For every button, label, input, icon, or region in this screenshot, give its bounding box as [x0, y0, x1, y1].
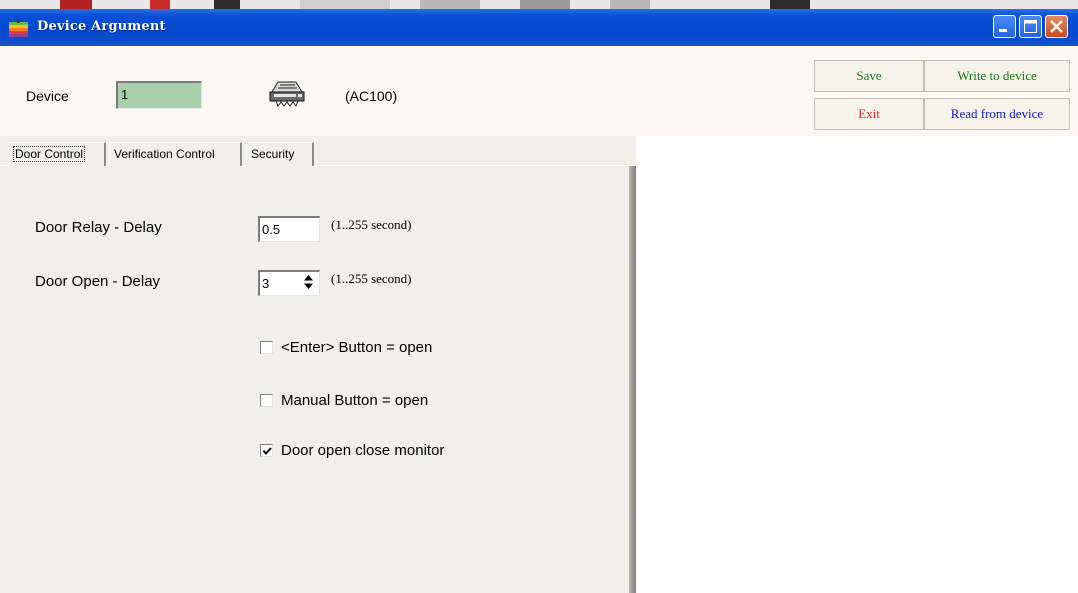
maximize-button[interactable] — [1019, 15, 1042, 38]
tab-verification-control[interactable]: Verification Control — [109, 142, 242, 166]
enter-button-open-label: <Enter> Button = open — [281, 339, 433, 356]
manual-button-open-checkbox[interactable] — [260, 394, 273, 407]
maximize-icon — [1024, 20, 1037, 33]
device-header: Device 1 (AC100) Save Exit Write to devi… — [0, 46, 1078, 136]
title-bar: Device Argument — [0, 9, 1078, 46]
app-icon — [9, 19, 28, 37]
device-icon — [269, 81, 305, 108]
close-icon — [1050, 20, 1063, 33]
device-model: (AC100) — [345, 88, 398, 104]
check-icon — [262, 447, 272, 456]
panel-border — [629, 166, 636, 593]
device-label: Device — [26, 88, 69, 104]
tab-door-control[interactable]: Door Control — [8, 142, 106, 166]
door-relay-delay-label: Door Relay - Delay — [35, 219, 162, 236]
write-to-device-button[interactable]: Write to device — [924, 60, 1070, 92]
door-monitor-checkbox[interactable] — [260, 444, 273, 457]
spin-arrows-icon[interactable] — [299, 272, 318, 292]
door-relay-delay-input[interactable]: 0.5 — [258, 216, 320, 242]
tab-door-control-label: Door Control — [13, 146, 86, 162]
settings-panel — [0, 136, 636, 593]
tab-security[interactable]: Security — [246, 142, 314, 166]
door-open-delay-hint: (1..255 second) — [331, 271, 412, 286]
device-field[interactable]: 1 — [116, 81, 202, 109]
door-relay-delay-hint: (1..255 second) — [331, 217, 412, 232]
enter-button-open-checkbox[interactable] — [260, 341, 273, 354]
manual-button-open-label: Manual Button = open — [281, 392, 429, 409]
minimize-button[interactable] — [993, 15, 1016, 38]
window-title: Device Argument — [37, 19, 166, 34]
top-screen-strip — [0, 0, 1078, 9]
door-monitor-label: Door open close monitor — [281, 442, 445, 459]
exit-button[interactable]: Exit — [814, 98, 924, 130]
read-from-device-button[interactable]: Read from device — [924, 98, 1070, 130]
close-button[interactable] — [1045, 15, 1068, 38]
minimize-icon — [999, 29, 1007, 32]
save-button[interactable]: Save — [814, 60, 924, 92]
right-empty-area — [636, 136, 1078, 593]
door-open-delay-label: Door Open - Delay — [35, 273, 161, 290]
